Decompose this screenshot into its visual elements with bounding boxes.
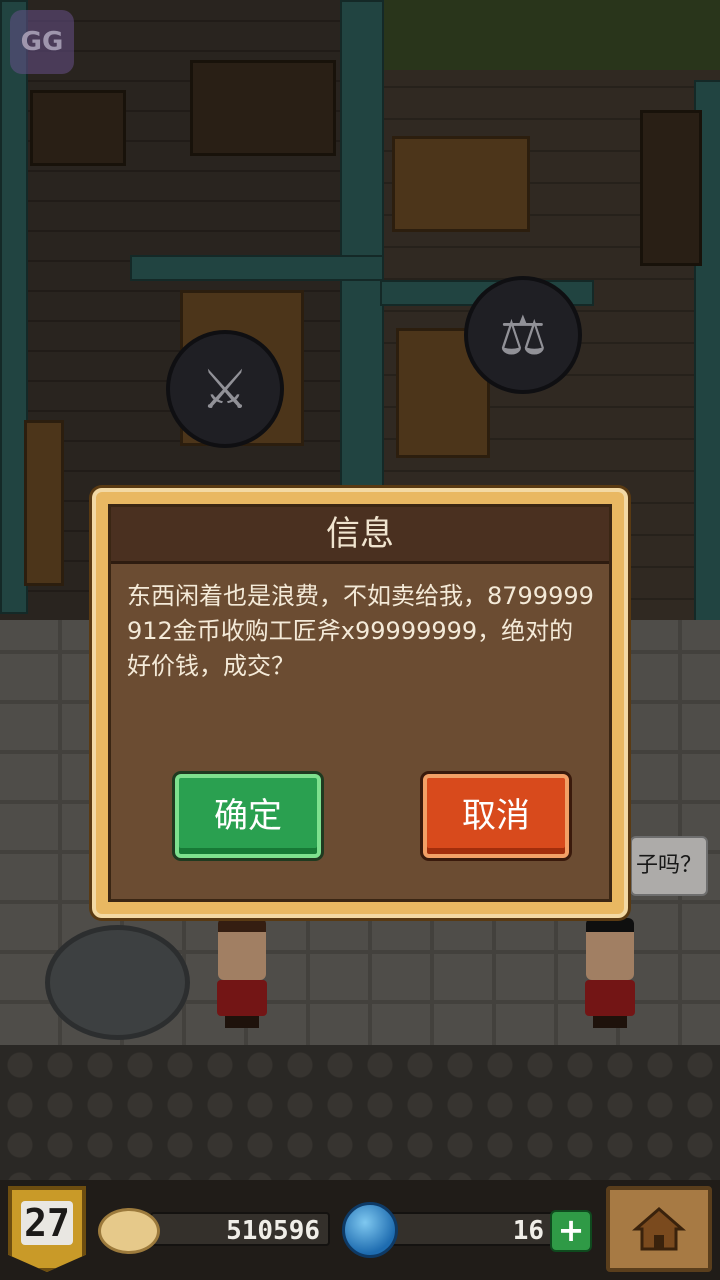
gold-counter: 510596 (150, 1212, 330, 1246)
level-value: 27 (21, 1201, 73, 1245)
level-badge[interactable]: 27 (8, 1186, 86, 1272)
gem-counter: 16 (384, 1212, 554, 1246)
home-button[interactable] (606, 1186, 712, 1272)
dialog-title: 信息 (111, 507, 609, 564)
dialog-panel: 信息 东西闲着也是浪费，不如卖给我，8799999912金币收购工匠斧x9999… (108, 504, 612, 902)
gold-coin-icon (98, 1208, 160, 1254)
dialog-message: 东西闲着也是浪费，不如卖给我，8799999912金币收购工匠斧x9999999… (127, 582, 594, 680)
cancel-button[interactable]: 取消 (423, 774, 569, 858)
bottom-hud: 27 510596 16 + (0, 1180, 720, 1280)
confirm-button[interactable]: 确定 (175, 774, 321, 858)
add-gems-button[interactable]: + (550, 1210, 592, 1252)
info-dialog: 信息 东西闲着也是浪费，不如卖给我，8799999912金币收购工匠斧x9999… (92, 488, 628, 918)
blue-gem-icon (342, 1202, 398, 1258)
home-icon (632, 1207, 686, 1251)
